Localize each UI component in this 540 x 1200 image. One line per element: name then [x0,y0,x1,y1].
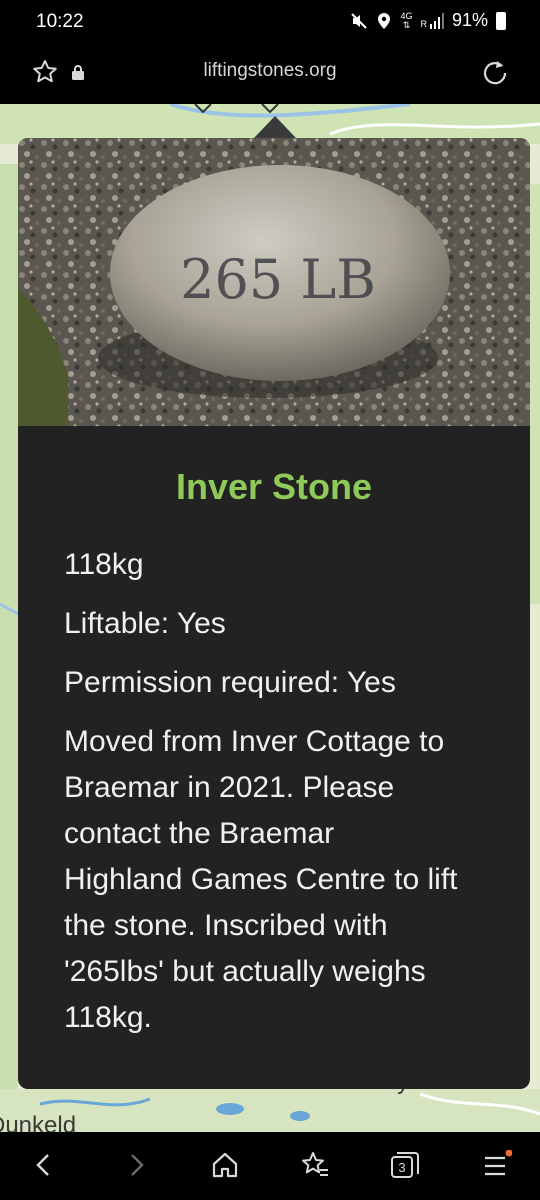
status-icons: 4G ⇅ R 91% [350,10,506,31]
status-time: 10:22 [36,11,84,32]
battery-percent: 91% [451,10,488,30]
mute-icon [350,12,368,30]
forward-icon[interactable] [122,1150,150,1185]
home-icon[interactable] [211,1150,239,1185]
stone-photo: 265 LB [18,138,530,426]
description-line: Moved from Inver Cottage to [64,725,445,758]
popup-pointer [254,116,296,138]
browser-bottom-nav: 3 [0,1132,540,1200]
stone-liftable: Liftable: Yes [64,607,226,640]
network-type: 4G ⇅ [400,10,413,30]
tab-count: 3 [398,1160,405,1175]
stone-inscription: 265 LB [180,248,376,311]
stone-weight: 118kg [64,548,144,581]
location-icon [376,12,392,30]
map-label: Dunkeld [0,1112,77,1132]
bookmarks-icon[interactable] [300,1150,330,1185]
description-line: Highland Games Centre to lift [64,863,458,896]
notification-dot [505,1149,513,1157]
stone-permission: Permission required: Yes [64,666,396,699]
url-bar[interactable]: liftingstones.org [0,60,540,82]
description-line: '265lbs' but actually weighs [64,955,426,988]
back-icon[interactable] [30,1150,58,1185]
roaming-label: R [420,18,427,29]
stone-popup[interactable]: 265 LB Inver Stone 118kg Liftable: Yes P… [18,138,530,1089]
status-bar: 10:22 4G ⇅ R 91% [0,0,540,44]
stone-description: Moved from Inver Cottage to Braemar in 2… [64,719,504,1041]
signal-icon: R [420,12,444,29]
tabs-icon[interactable]: 3 [389,1150,421,1185]
description-line: Braemar in 2021. Please [64,771,395,804]
battery-icon [496,11,506,30]
menu-icon[interactable] [482,1149,513,1185]
browser-toolbar: liftingstones.org [0,44,540,104]
description-line: the stone. Inscribed with [64,909,388,942]
description-line: contact the Braemar [64,817,335,850]
reload-icon[interactable] [481,58,509,91]
description-line: 118kg. [64,1001,152,1034]
popup-title: Inver Stone [175,466,373,507]
